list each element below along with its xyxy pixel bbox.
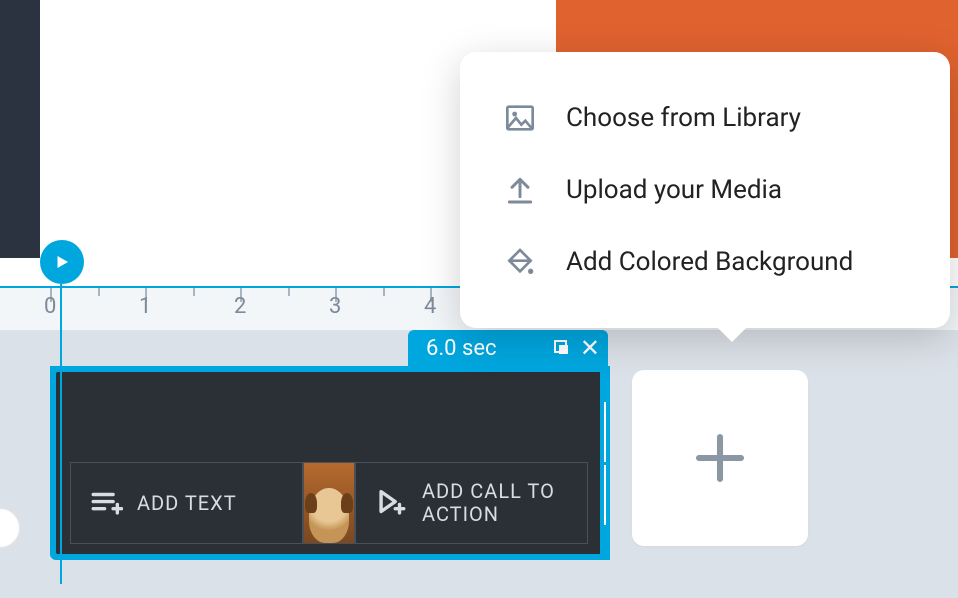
play-icon	[53, 253, 71, 271]
upload-icon	[504, 174, 536, 206]
image-icon	[504, 102, 536, 134]
play-button[interactable]	[40, 240, 84, 284]
popover-item-label: Choose from Library	[566, 103, 801, 133]
popover-item-label: Upload your Media	[566, 175, 782, 205]
clip-header[interactable]: 6.0 sec ✕	[408, 330, 608, 366]
clip-duration-label: 6.0 sec	[416, 336, 497, 361]
ruler-tick-label: 2	[234, 294, 246, 319]
ruler-tick-label: 0	[44, 294, 56, 319]
duplicate-icon[interactable]	[554, 340, 570, 356]
add-cta-button[interactable]: ADD CALL TO ACTION	[355, 462, 588, 544]
timeline-area: 6.0 sec ✕ ADD TEXT	[0, 330, 958, 598]
paint-icon	[504, 246, 536, 278]
add-cta-icon	[374, 486, 408, 520]
ruler-tick-label: 3	[329, 294, 341, 319]
add-text-label: ADD TEXT	[137, 492, 237, 515]
add-text-icon	[89, 486, 123, 520]
popover-item-label: Add Colored Background	[566, 247, 853, 277]
add-media-popover: Choose from Library Upload your Media Ad…	[460, 52, 950, 328]
close-icon[interactable]: ✕	[580, 336, 600, 360]
add-cta-label: ADD CALL TO ACTION	[422, 480, 569, 526]
add-clip-button[interactable]	[632, 370, 808, 546]
playhead-line	[60, 284, 62, 584]
add-colored-background-item[interactable]: Add Colored Background	[460, 226, 950, 298]
clip-thumbnail	[303, 462, 355, 544]
ruler-tick-label: 4	[424, 294, 436, 319]
add-text-button[interactable]: ADD TEXT	[70, 462, 303, 544]
left-sidebar-strip	[0, 0, 40, 258]
timeline-clip[interactable]: ADD TEXT ADD CALL TO ACTION	[50, 366, 608, 560]
choose-from-library-item[interactable]: Choose from Library	[460, 82, 950, 154]
clip-resize-handle[interactable]	[600, 366, 610, 560]
plus-icon	[692, 430, 748, 486]
upload-media-item[interactable]: Upload your Media	[460, 154, 950, 226]
ruler-tick-label: 1	[139, 294, 151, 319]
